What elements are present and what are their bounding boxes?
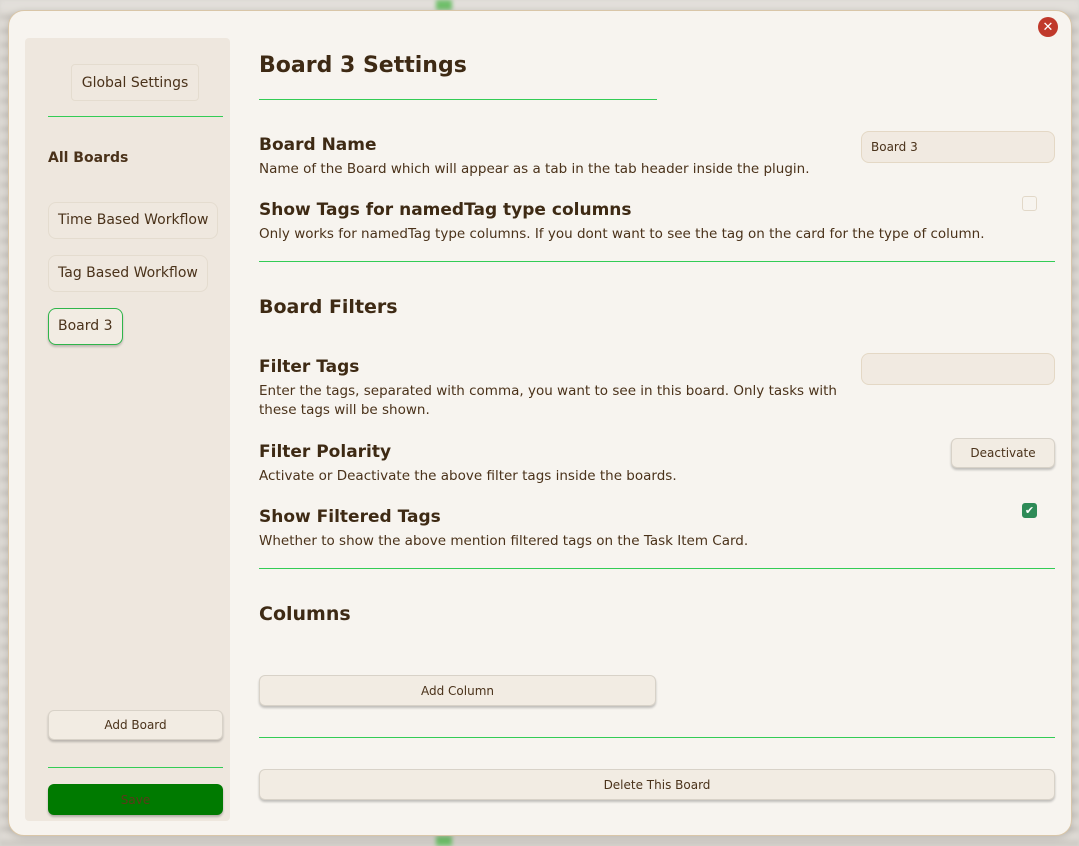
filter-polarity-button[interactable]: Deactivate xyxy=(951,438,1055,468)
setting-description: Activate or Deactivate the above filter … xyxy=(259,468,677,484)
add-column-button[interactable]: Add Column xyxy=(259,675,656,706)
columns-heading: Columns xyxy=(259,603,351,625)
section-divider xyxy=(259,568,1055,569)
global-settings-button[interactable]: Global Settings xyxy=(71,64,199,101)
setting-description: Only works for namedTag type columns. If… xyxy=(259,226,985,242)
sidebar: Global Settings All Boards Time Based Wo… xyxy=(25,38,230,821)
section-divider xyxy=(259,261,1055,262)
setting-description: Enter the tags, separated with comma, yo… xyxy=(259,383,837,418)
setting-label: Show Tags for namedTag type columns xyxy=(259,200,632,220)
setting-filter-polarity: Filter Polarity Activate or Deactivate t… xyxy=(259,438,1055,486)
board-item-tag-based-workflow[interactable]: Tag Based Workflow xyxy=(48,255,208,292)
sidebar-divider xyxy=(48,767,223,768)
setting-filter-tags: Filter Tags Enter the tags, separated wi… xyxy=(259,353,1055,420)
page-title: Board 3 Settings xyxy=(259,53,467,78)
board-list: Time Based Workflow Tag Based Workflow B… xyxy=(48,202,219,361)
show-tags-checkbox[interactable] xyxy=(1022,196,1037,211)
settings-panel: Board 3 Settings Board Name Name of the … xyxy=(259,11,1055,837)
sidebar-divider xyxy=(48,116,223,117)
title-divider xyxy=(259,99,657,100)
setting-description: Name of the Board which will appear as a… xyxy=(259,161,810,177)
setting-label: Filter Polarity xyxy=(259,442,392,462)
delete-board-button[interactable]: Delete This Board xyxy=(259,769,1055,800)
all-boards-heading: All Boards xyxy=(48,150,129,166)
setting-description: Whether to show the above mention filter… xyxy=(259,533,749,549)
setting-show-tags: Show Tags for namedTag type columns Only… xyxy=(259,196,1055,244)
board-item-time-based-workflow[interactable]: Time Based Workflow xyxy=(48,202,219,239)
setting-board-name: Board Name Name of the Board which will … xyxy=(259,131,1055,179)
background-toolbar xyxy=(0,0,1079,10)
add-board-button[interactable]: Add Board xyxy=(48,710,223,740)
filter-tags-input[interactable] xyxy=(861,353,1055,385)
board-settings-modal: ✕ Global Settings All Boards Time Based … xyxy=(8,10,1072,836)
background-accent xyxy=(436,836,452,846)
section-divider xyxy=(259,737,1055,738)
board-filters-heading: Board Filters xyxy=(259,296,398,318)
save-button[interactable]: Save xyxy=(48,784,223,815)
setting-show-filtered-tags: Show Filtered Tags Whether to show the a… xyxy=(259,503,1055,551)
checkmark-icon: ✔ xyxy=(1024,504,1035,517)
background-accent xyxy=(436,0,452,10)
show-filtered-tags-checkbox[interactable]: ✔ xyxy=(1022,503,1037,518)
board-item-board-3[interactable]: Board 3 xyxy=(48,308,123,345)
setting-label: Show Filtered Tags xyxy=(259,507,441,527)
board-name-input[interactable] xyxy=(861,131,1055,163)
